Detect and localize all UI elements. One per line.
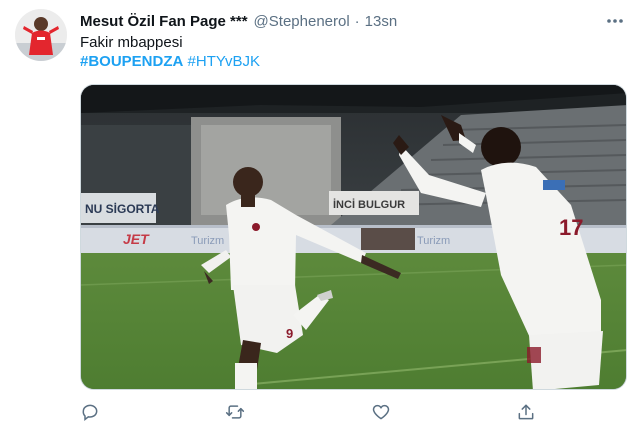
- tweet-timestamp[interactable]: 13sn: [365, 13, 398, 30]
- share-icon[interactable]: [511, 398, 541, 426]
- ad-sign-turizm-2: Turizm: [417, 235, 450, 247]
- separator-dot: ·: [354, 12, 360, 30]
- hashtag-boupendza[interactable]: #BOUPENDZA: [80, 53, 183, 70]
- ad-sign-inci-bulgur: İNCİ BULGUR: [333, 198, 405, 211]
- tweet-text: Fakir mbappesi: [80, 34, 183, 51]
- author-handle[interactable]: @Stephenerol: [254, 13, 350, 30]
- player-right-number: 17: [559, 215, 583, 240]
- like-icon[interactable]: [366, 398, 396, 426]
- tweet-header: Mesut Özil Fan Page *** @Stephenerol · 1…: [80, 10, 630, 32]
- tweet-actions-bar: [80, 398, 550, 426]
- player-left-number: 9: [286, 326, 293, 341]
- ad-sign-jet: JET: [123, 231, 150, 247]
- author-avatar[interactable]: [15, 9, 67, 61]
- more-options-icon[interactable]: [602, 12, 628, 30]
- hashtag-htyvbjk[interactable]: #HTYvBJK: [188, 53, 261, 70]
- tweet-hashtags: #BOUPENDZA #HTYvBJK: [80, 53, 260, 70]
- retweet-icon[interactable]: [220, 398, 250, 426]
- ad-sign-sigorta: NU SİGORTA: [85, 201, 160, 216]
- author-name[interactable]: Mesut Özil Fan Page ***: [80, 13, 248, 30]
- reply-icon[interactable]: [75, 398, 105, 426]
- football-celebration-photo: NU SİGORTA İNCİ BULGUR JET Turizm Turizm…: [81, 85, 626, 389]
- ad-sign-turizm-1: Turizm: [191, 235, 224, 247]
- tweet-media-photo[interactable]: NU SİGORTA İNCİ BULGUR JET Turizm Turizm…: [80, 84, 627, 390]
